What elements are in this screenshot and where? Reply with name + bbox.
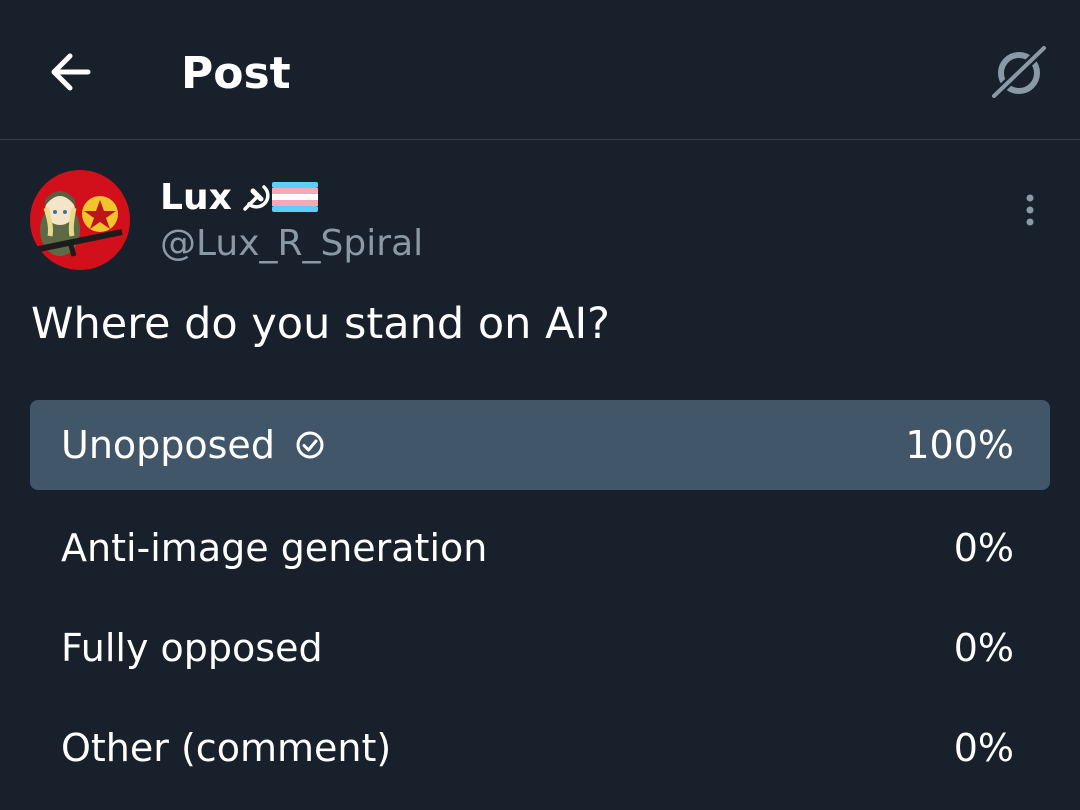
more-vertical-icon (1026, 194, 1034, 226)
back-button[interactable] (44, 48, 96, 96)
grok-button[interactable] (988, 42, 1050, 102)
poll-option-label: Anti-image generation (61, 526, 488, 570)
poll-option-percent: 0% (953, 526, 1014, 570)
transgender-flag-icon (271, 182, 318, 212)
poll-option-label: Other (comment) (61, 726, 392, 770)
poll-option[interactable]: Unopposed 100% (30, 400, 1050, 490)
poll-option-percent: 0% (953, 626, 1014, 670)
poll-option-label-row: Unopposed (61, 400, 325, 490)
poll-option-label-row: Fully opposed (61, 603, 323, 693)
author-display-name[interactable]: Lux (160, 177, 232, 218)
poll-option[interactable]: Other (comment) 0% (30, 703, 1050, 793)
poll-option-label: Fully opposed (61, 626, 323, 670)
poll-option[interactable]: Fully opposed 0% (30, 603, 1050, 693)
poll-option[interactable]: Anti-image generation 0% (30, 503, 1050, 593)
poll-option-percent: 100% (905, 423, 1014, 467)
check-circle-icon (296, 431, 324, 459)
top-bar: Post (0, 0, 1080, 140)
poll-option-label-row: Anti-image generation (61, 503, 487, 593)
poll-option-percent: 0% (953, 726, 1014, 770)
poll-option-label-row: Other (comment) (61, 703, 391, 793)
poll-option-label: Unopposed (61, 423, 275, 467)
post-text: Where do you stand on AI? (31, 299, 611, 349)
author-name-emojis (242, 182, 318, 212)
grok-icon (988, 42, 1050, 102)
arrow-left-icon (51, 53, 91, 91)
author-handle[interactable]: @Lux_R_Spiral (160, 220, 423, 268)
page-title: Post (181, 48, 291, 99)
hammer-sickle-icon (243, 185, 270, 211)
more-options-button[interactable] (1010, 190, 1050, 230)
avatar-image (30, 170, 130, 270)
author-name-row: Lux (160, 172, 318, 222)
avatar[interactable] (30, 170, 130, 270)
